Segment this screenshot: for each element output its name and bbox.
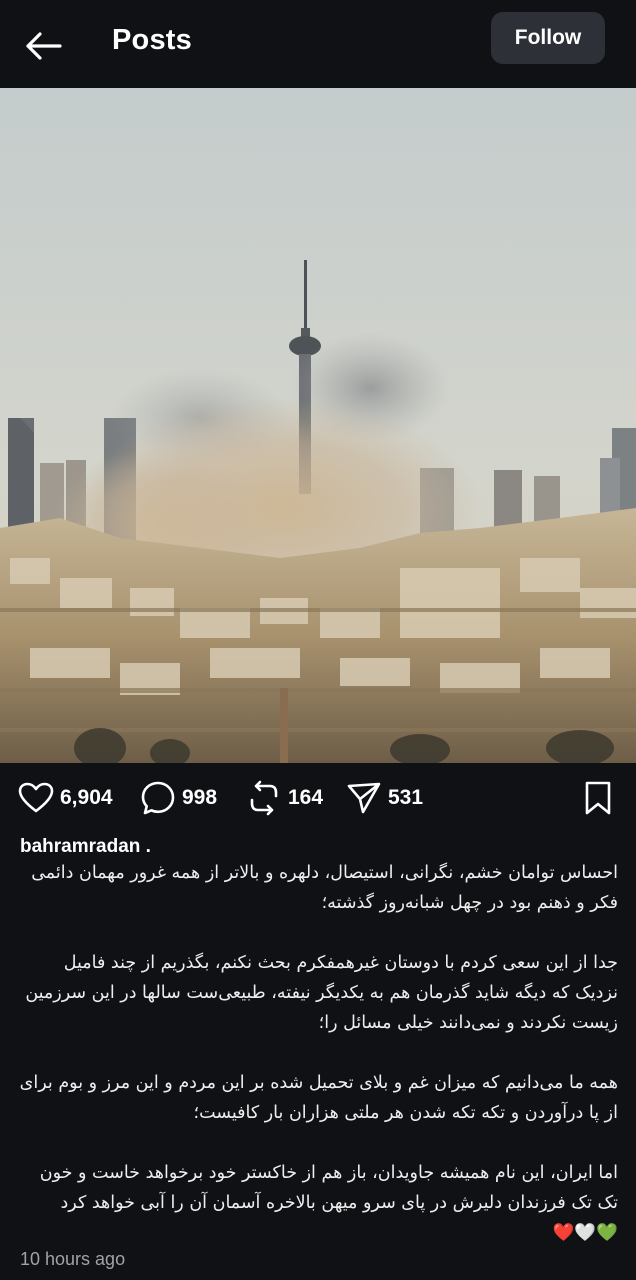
hearts-emoji: ❤️🤍💚: [552, 1223, 618, 1243]
post-image[interactable]: [0, 88, 636, 763]
follow-button[interactable]: Follow: [491, 12, 605, 64]
heart-icon: [18, 782, 54, 813]
post-username[interactable]: bahramradan .: [20, 836, 151, 858]
bookmark-button[interactable]: [580, 780, 616, 816]
caption-text: اما ایران، این نام همیشه جاویدان، باز هم…: [39, 1163, 618, 1213]
caption-paragraph-last: اما ایران، این نام همیشه جاویدان، باز هم…: [18, 1158, 618, 1248]
repost-icon: [250, 780, 278, 816]
caption-paragraph: احساس توامان خشم، نگرانی، استیصال، دلهره…: [31, 863, 618, 913]
post-actions: 6,904 998 164 531: [0, 768, 636, 828]
comments-count: 998: [182, 786, 218, 809]
city-skyline-photo: [0, 88, 636, 763]
back-button[interactable]: [22, 26, 64, 66]
shares-count: 531: [388, 786, 424, 809]
caption-paragraph: جدا از این سعی کردم با دوستان غیرهمفکرم …: [25, 953, 618, 1033]
arrow-left-icon: [26, 32, 62, 60]
page-title: Posts: [112, 24, 192, 56]
like-button[interactable]: 6,904: [18, 778, 113, 818]
bookmark-icon: [585, 781, 611, 815]
top-bar: Posts Follow: [0, 0, 636, 88]
repost-button[interactable]: 164: [246, 778, 323, 818]
likes-count: 6,904: [60, 786, 113, 809]
send-icon: [347, 782, 381, 814]
post-caption: احساس توامان خشم، نگرانی، استیصال، دلهره…: [18, 858, 618, 1248]
caption-paragraph: همه ما می‌دانیم که میزان غم و بلای تحمیل…: [19, 1073, 618, 1123]
comment-icon: [141, 781, 175, 815]
comment-button[interactable]: 998: [140, 778, 217, 818]
post-timestamp: 10 hours ago: [20, 1249, 126, 1269]
reposts-count: 164: [288, 786, 324, 809]
share-button[interactable]: 531: [346, 778, 423, 818]
